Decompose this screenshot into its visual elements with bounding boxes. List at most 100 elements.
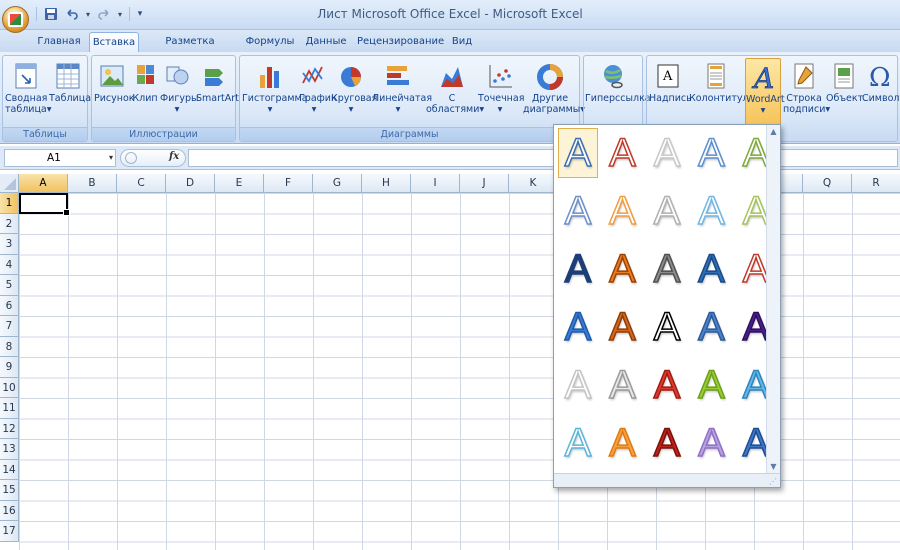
wordart-style-2[interactable]: A [603,128,643,178]
row-header-12[interactable]: 12 [0,418,19,439]
row-header-15[interactable]: 15 [0,480,19,501]
column-chart-icon [256,61,284,91]
textbox-button[interactable]: A Надпись [649,58,692,126]
row-header-7[interactable]: 7 [0,316,19,337]
row-header-4[interactable]: 4 [0,254,19,275]
wordart-style-21[interactable]: A [558,360,598,410]
bar-chart-button[interactable]: Линейчатая ▾ [372,58,432,126]
header-footer-button[interactable]: Колонтитулы [689,58,756,126]
signature-line-button[interactable]: Строка подписи▾ [783,58,830,126]
pivot-label-1: Сводная [5,93,48,104]
row-header-10[interactable]: 10 [0,377,19,398]
histogram-button[interactable]: Гистограмма ▾ [242,58,308,126]
wordart-style-1[interactable]: A [558,128,598,178]
column-header-d[interactable]: D [166,174,215,193]
insert-function-icon[interactable]: fx [169,151,179,162]
wordart-button[interactable]: A WordArt ▾ [745,58,785,126]
pie-chart-button[interactable]: Круговая ▾ [331,58,377,126]
column-header-r[interactable]: R [852,174,900,193]
tab-home[interactable]: Главная [32,32,86,52]
clip-button[interactable]: Клип [132,58,158,126]
cancel-icon[interactable] [125,152,137,164]
tab-review[interactable]: Рецензирование [357,32,444,52]
row-header-5[interactable]: 5 [0,275,19,296]
pivot-table-button[interactable]: Сводная таблица▾ [5,58,52,126]
tab-insert[interactable]: Вставка [89,32,139,52]
wordart-style-22[interactable]: A [603,360,643,410]
wordart-style-17[interactable]: A [603,302,643,352]
wordart-style-4[interactable]: A [692,128,732,178]
row-header-3[interactable]: 3 [0,234,19,255]
resize-grip-icon[interactable]: ⋰ [769,477,777,486]
column-header-a[interactable]: A [19,174,68,193]
row-header-2[interactable]: 2 [0,213,19,234]
wordart-style-11[interactable]: A [558,244,598,294]
scroll-down-icon[interactable]: ▼ [767,462,780,471]
other-charts-button[interactable]: Другие диаграммы▾ [523,58,585,126]
picture-button[interactable]: Рисунок [94,58,135,126]
wordart-style-8[interactable]: A [647,186,687,236]
row-header-9[interactable]: 9 [0,357,19,378]
wordart-style-12[interactable]: A [603,244,643,294]
wordart-style-6[interactable]: A [558,186,598,236]
wordart-style-13[interactable]: A [647,244,687,294]
row-header-13[interactable]: 13 [0,439,19,460]
office-button[interactable] [2,6,29,33]
column-header-g[interactable]: G [313,174,362,193]
wordart-style-24[interactable]: A [692,360,732,410]
column-header-f[interactable]: F [264,174,313,193]
shapes-icon [163,61,191,91]
wordart-style-29[interactable]: A [692,418,732,468]
active-cell-a1[interactable] [19,193,70,216]
row-header-6[interactable]: 6 [0,295,19,316]
row-header-1[interactable]: 1 [0,193,19,214]
wordart-style-18[interactable]: A [647,302,687,352]
tab-data[interactable]: Данные [303,32,349,52]
gallery-scrollbar[interactable]: ▲ ▼ [766,125,780,473]
area-chart-button[interactable]: С областями▾ [426,58,484,126]
row-header-16[interactable]: 16 [0,500,19,521]
column-header-i[interactable]: I [411,174,460,193]
column-header-k[interactable]: K [509,174,558,193]
row-header-8[interactable]: 8 [0,336,19,357]
object-button[interactable]: Объект [826,58,863,126]
wordart-style-28[interactable]: A [647,418,687,468]
row-header-14[interactable]: 14 [0,459,19,480]
clip-art-icon [132,61,160,91]
scroll-up-icon[interactable]: ▲ [767,127,780,136]
histogram-label: Гистограмма [242,93,308,104]
wordart-style-7[interactable]: A [603,186,643,236]
wordart-style-3[interactable]: A [647,128,687,178]
wordart-style-26[interactable]: A [558,418,598,468]
row-header-11[interactable]: 11 [0,398,19,419]
column-header-q[interactable]: Q [803,174,852,193]
column-header-h[interactable]: H [362,174,411,193]
name-box-dropdown-icon[interactable]: ▾ [109,150,113,166]
smartart-button[interactable]: SmartArt [196,58,239,126]
table-button[interactable]: Таблица [49,58,91,126]
column-header-b[interactable]: B [68,174,117,193]
wordart-style-16[interactable]: A [558,302,598,352]
select-all-corner[interactable] [0,174,19,193]
column-header-e[interactable]: E [215,174,264,193]
wordart-style-14[interactable]: A [692,244,732,294]
row-header-17[interactable]: 17 [0,521,19,542]
column-header-j[interactable]: J [460,174,509,193]
tab-view[interactable]: Вид [448,32,476,52]
wordart-style-27[interactable]: A [603,418,643,468]
shapes-button[interactable]: Фигуры ▾ [160,58,199,126]
column-header-c[interactable]: C [117,174,166,193]
scatter-chart-button[interactable]: Точечная ▾ [478,58,524,126]
tab-formulas[interactable]: Формулы [244,32,296,52]
symbol-button[interactable]: Ω Символ [862,58,899,126]
hyperlink-button[interactable]: Гиперссылка [585,58,651,126]
wordart-style-19[interactable]: A [692,302,732,352]
wordart-style-9[interactable]: A [692,186,732,236]
formula-input[interactable] [188,149,898,167]
name-box[interactable]: A1 ▾ [4,149,116,167]
gallery-resize-bar[interactable]: ⋰ [554,473,780,487]
line-chart-button[interactable]: График ▾ [299,58,337,126]
wordart-style-23[interactable]: A [647,360,687,410]
pie-chart-dropdown-icon: ▾ [348,104,354,115]
tab-page-layout[interactable]: Разметка страницы [143,32,237,67]
